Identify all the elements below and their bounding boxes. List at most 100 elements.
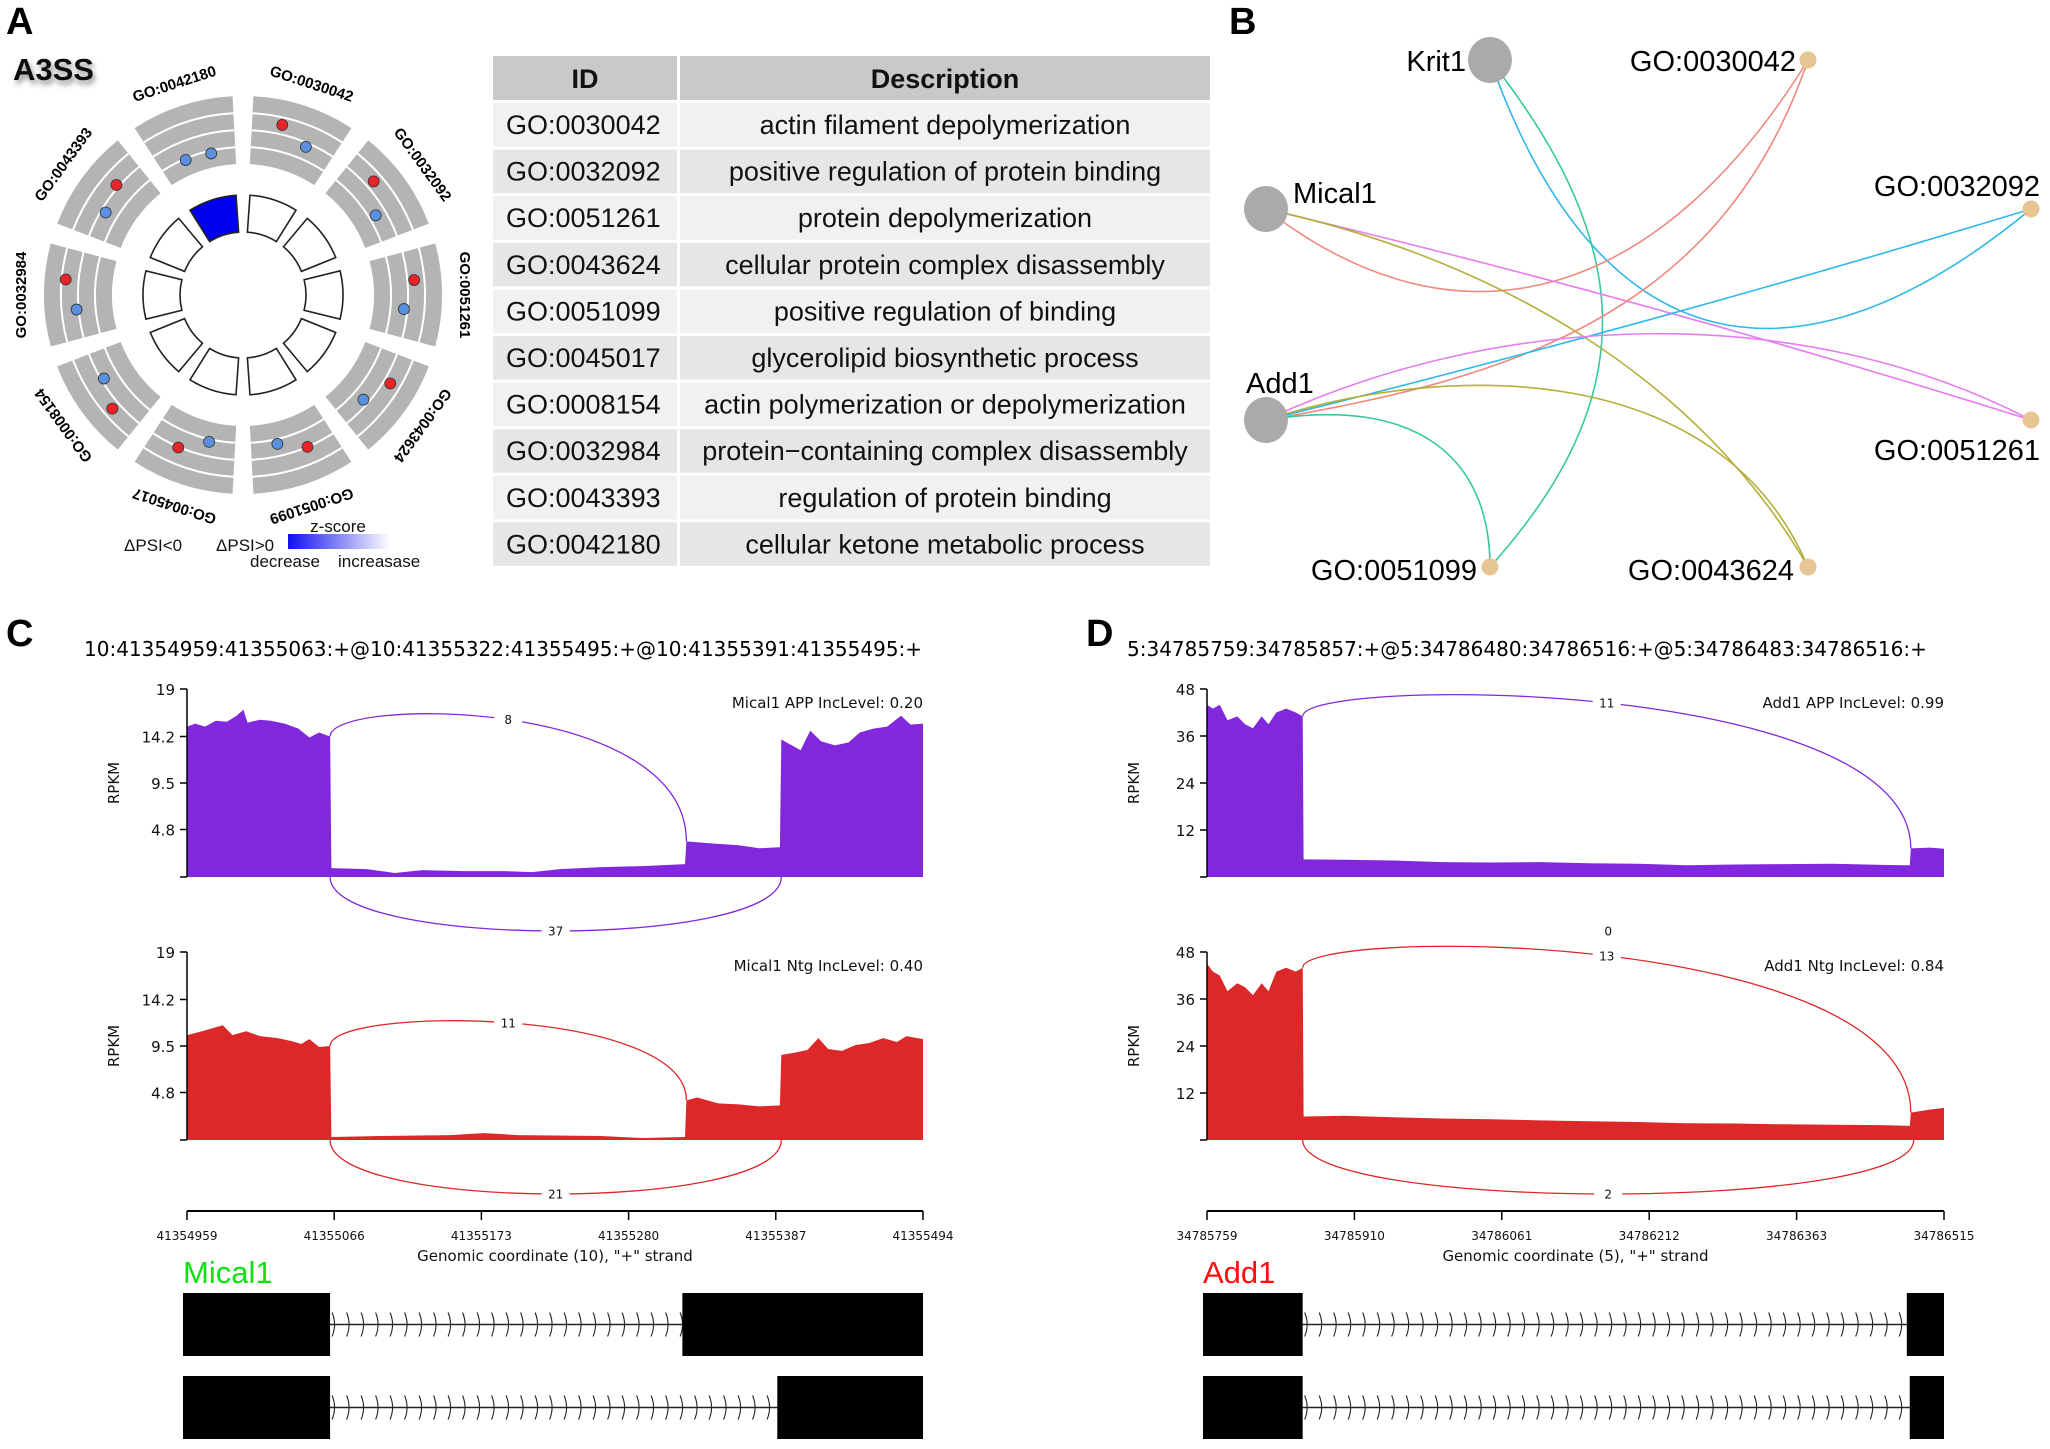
transcript-model	[183, 1376, 923, 1439]
exon-block	[1203, 1376, 1303, 1439]
exon-block	[1909, 1376, 1944, 1439]
exon-block	[183, 1376, 331, 1439]
y-tick-label: 9.5	[151, 775, 175, 793]
go-segment: GO:0042180	[131, 63, 240, 243]
x-axis-label: Genomic coordinate (5), "+" strand	[1442, 1247, 1708, 1265]
table-row: GO:0043624 cellular protein complex disas…	[493, 242, 1210, 287]
table-cell-id: GO:0043624	[506, 250, 661, 280]
go-term-node-label: GO:0043624	[1628, 555, 1794, 587]
gene-dot-red	[301, 440, 314, 453]
y-tick-label: 48	[1176, 944, 1195, 962]
x-axis-label: Genomic coordinate (10), "+" strand	[417, 1247, 693, 1265]
table-cell-description: positive regulation of binding	[774, 296, 1116, 326]
y-tick-label: 24	[1176, 1038, 1195, 1056]
junction-count-label: 11	[1599, 696, 1614, 710]
zscore-box	[246, 347, 298, 396]
x-tick-label: 34786515	[1913, 1229, 1974, 1243]
segment-background	[44, 243, 117, 347]
table-cell-description: protein−containing complex disassembly	[702, 436, 1188, 466]
gene-dot-blue	[203, 435, 215, 448]
go-term-node-label: GO:0030042	[1630, 46, 1796, 78]
y-tick-label: 36	[1176, 991, 1195, 1009]
y-axis-label: RPKM	[1125, 1025, 1143, 1067]
go-term-label: GO:0032984	[13, 251, 30, 338]
gene-dot-red	[384, 377, 397, 390]
table-cell-description: actin filament depolymerization	[760, 110, 1131, 140]
y-tick-label: 19	[156, 681, 175, 699]
table-cell-id: GO:0032092	[506, 157, 661, 187]
table-row: GO:0051261 protein depolymerization	[493, 196, 1210, 240]
figure: A B C D A3SS ΔPSI<0 ΔPSI>0 z-score decre…	[6, 1, 2040, 1439]
exon-block	[777, 1376, 923, 1439]
circle-title: A3SS	[13, 52, 94, 87]
coverage-area	[1207, 704, 1944, 877]
gene-dot-blue	[357, 393, 370, 406]
go-term-node	[2022, 200, 2040, 218]
exon-block	[1203, 1293, 1303, 1356]
y-tick-label: 48	[1176, 681, 1195, 699]
gene-dot-blue	[70, 303, 83, 316]
y-tick-label: 19	[156, 944, 175, 962]
event-title: 5:34785759:34785857:+@5:34786480:3478651…	[1127, 637, 1927, 661]
junction-count-label: 21	[548, 1188, 563, 1202]
network-edge	[1265, 384, 1809, 568]
go-term-node-label: GO:0051261	[1874, 435, 2040, 467]
y-tick-label: 4.8	[151, 822, 175, 840]
y-tick-label: 36	[1176, 728, 1195, 746]
x-tick-label: 34786363	[1766, 1229, 1827, 1243]
table-cell-description: glycerolipid biosynthetic process	[751, 343, 1138, 373]
zscore-box	[188, 347, 240, 396]
junction-count-label: 37	[548, 925, 563, 939]
gene-dot-blue	[99, 206, 112, 219]
zscore-box	[282, 217, 337, 273]
gene-node-label: Krit1	[1406, 46, 1466, 78]
x-tick-label: 34785759	[1176, 1229, 1237, 1243]
network-edge	[1265, 59, 1809, 421]
panel-label-b: B	[1229, 1, 1256, 43]
x-tick-label: 41355387	[745, 1229, 806, 1243]
go-segment: GO:0045017	[131, 347, 240, 527]
table-row: GO:0032984 protein−containing complex dis…	[493, 429, 1210, 473]
table-cell-id: GO:0032984	[506, 436, 661, 466]
table-cell-description: positive regulation of protein binding	[729, 157, 1161, 187]
zscore-box	[188, 194, 240, 243]
go-circle-plot: A3SS ΔPSI<0 ΔPSI>0 z-score decrease incr…	[13, 52, 473, 571]
junction-arc	[1302, 694, 1912, 849]
go-term-node	[1481, 558, 1499, 576]
coverage-area	[1207, 963, 1944, 1140]
inclevel-label: Add1 Ntg IncLevel: 0.84	[1764, 957, 1944, 975]
panel-label-c: C	[6, 613, 33, 655]
gene-dot-blue	[299, 140, 312, 153]
inclevel-label: Mical1 APP IncLevel: 0.20	[732, 694, 923, 712]
y-tick-label: 14.2	[142, 728, 175, 746]
y-tick-label: 14.2	[142, 991, 175, 1009]
zscore-box	[149, 317, 204, 373]
table-cell-id: GO:0043393	[506, 483, 661, 513]
y-tick-label: 24	[1176, 775, 1195, 793]
table-row: GO:0045017 glycerolipid biosynthetic proc…	[493, 336, 1210, 380]
go-term-label: GO:0051261	[456, 252, 473, 339]
transcript-model	[1203, 1376, 1944, 1439]
x-tick-label: 34785910	[1324, 1229, 1385, 1243]
sashimi-plot-mical1: 10:41354959:41355063:+@10:41355322:41355…	[84, 637, 954, 1439]
table-cell-id: GO:0008154	[506, 390, 661, 420]
gene-dot-blue	[205, 147, 218, 160]
x-tick-label: 41355280	[598, 1229, 659, 1243]
transcript-model	[1203, 1293, 1944, 1356]
x-tick-label: 41354959	[156, 1229, 217, 1243]
table-row: GO:0051099 positive regulation of binding	[493, 289, 1210, 333]
gene-node-label: Add1	[1246, 368, 1314, 400]
segment-background	[369, 243, 442, 347]
zscore-box	[149, 217, 204, 273]
x-tick-label: 41355494	[892, 1229, 953, 1243]
table-cell-id: GO:0042180	[506, 529, 661, 559]
legend-decrease-label: decrease	[250, 552, 320, 571]
y-tick-label: 12	[1176, 822, 1195, 840]
zscore-box	[142, 269, 183, 321]
panel-label-a: A	[6, 1, 33, 43]
junction-count-label: 8	[504, 713, 512, 727]
network-edge	[1265, 332, 2032, 421]
table-header-description: Description	[871, 64, 1020, 94]
legend-negative-label: ΔPSI<0	[124, 536, 182, 555]
zscore-gradient-bar	[288, 534, 390, 549]
